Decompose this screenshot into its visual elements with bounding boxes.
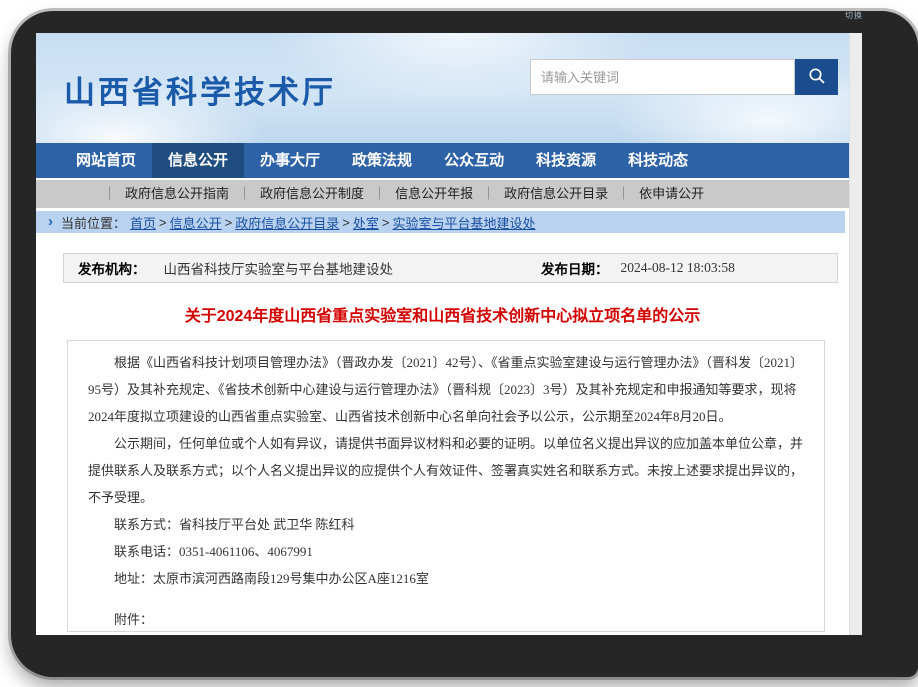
search-button[interactable] [795, 59, 838, 95]
subnav-separator: ｜ [103, 180, 116, 208]
search-box [530, 59, 838, 95]
breadcrumb-link-info-disclosure[interactable]: 信息公开 [170, 213, 222, 232]
publish-date-group: 发布日期： 2024-08-12 18:03:58 [541, 258, 837, 278]
contact-phone-line: 联系电话：0351-4061106、4067991 [88, 538, 804, 565]
breadcrumb-separator: > [225, 215, 233, 230]
breadcrumb-separator: > [159, 215, 167, 230]
article-content-box: 根据《山西省科技计划项目管理办法》（晋政办发〔2021〕42号）、《省重点实验室… [67, 340, 825, 632]
search-input[interactable] [530, 59, 795, 95]
subnav-item-disclosure-directory[interactable]: 政府信息公开目录 [504, 180, 608, 208]
subnav-item-annual-report[interactable]: 信息公开年报 [395, 180, 473, 208]
subnav-separator: ｜ [373, 180, 386, 208]
subnav-separator: ｜ [482, 180, 495, 208]
breadcrumb: › 当前位置： 首页 > 信息公开 > 政府信息公开目录 > 处室 > 实验室与… [36, 211, 845, 233]
subnav-separator: ｜ [238, 180, 251, 208]
nav-item-info-disclosure[interactable]: 信息公开 [152, 143, 244, 178]
nav-item-home[interactable]: 网站首页 [60, 143, 152, 178]
webpage: 山西省科学技术厅 网站首页 信息公开 办事大厅 政策法规 公众互动 [36, 33, 862, 635]
publish-date-label: 发布日期： [541, 258, 609, 278]
search-icon [808, 67, 826, 88]
publish-org-value: 山西省科技厅实验室与平台基地建设处 [164, 258, 394, 278]
page-content: 山西省科学技术厅 网站首页 信息公开 办事大厅 政策法规 公众互动 [36, 33, 849, 635]
breadcrumb-link-lab-platform-division[interactable]: 实验室与平台基地建设处 [392, 213, 535, 232]
article-paragraph: 公示期间，任何单位或个人如有异议，请提供书面异议材料和必要的证明。以单位名义提出… [88, 430, 804, 511]
publish-org-label: 发布机构： [78, 258, 146, 278]
contact-persons-line: 联系方式：省科技厅平台处 武卫华 陈红科 [88, 511, 804, 538]
subnav-separator: ｜ [617, 180, 630, 208]
subnav-item-disclosure-system[interactable]: 政府信息公开制度 [260, 180, 364, 208]
article-paragraph: 根据《山西省科技计划项目管理办法》（晋政办发〔2021〕42号）、《省重点实验室… [88, 349, 804, 430]
attachment-label: 附件： [88, 606, 804, 632]
scrollbar[interactable] [849, 33, 862, 635]
breadcrumb-link-divisions[interactable]: 处室 [353, 213, 379, 232]
address-line: 地址：太原市滨河西路南段129号集中办公区A座1216室 [88, 565, 804, 592]
breadcrumb-label: 当前位置： [61, 213, 126, 232]
site-header: 山西省科学技术厅 [36, 33, 849, 143]
subnav-item-apply-disclosure[interactable]: 依申请公开 [639, 180, 704, 208]
nav-item-service-hall[interactable]: 办事大厅 [244, 143, 336, 178]
nav-item-public-interaction[interactable]: 公众互动 [428, 143, 520, 178]
breadcrumb-arrow-icon: › [48, 212, 53, 232]
main-nav: 网站首页 信息公开 办事大厅 政策法规 公众互动 科技资源 科技动态 [36, 143, 849, 178]
subnav-item-disclosure-guide[interactable]: 政府信息公开指南 [125, 180, 229, 208]
publish-date-value: 2024-08-12 18:03:58 [621, 260, 735, 276]
nav-item-tech-news[interactable]: 科技动态 [612, 143, 704, 178]
meta-bar: 发布机构： 山西省科技厅实验室与平台基地建设处 发布日期： 2024-08-12… [63, 253, 838, 283]
breadcrumb-link-home[interactable]: 首页 [130, 213, 156, 232]
breadcrumb-link-directory[interactable]: 政府信息公开目录 [235, 213, 339, 232]
breadcrumb-separator: > [342, 215, 350, 230]
article-title: 关于2024年度山西省重点实验室和山西省技术创新中心拟立项名单的公示 [36, 307, 849, 327]
corner-fragment-text: 切换 [845, 10, 863, 21]
subnav: ｜ 政府信息公开指南 ｜ 政府信息公开制度 ｜ 信息公开年报 ｜ 政府信息公开目… [36, 180, 849, 208]
nav-item-tech-resources[interactable]: 科技资源 [520, 143, 612, 178]
nav-item-policies[interactable]: 政策法规 [336, 143, 428, 178]
breadcrumb-separator: > [382, 215, 390, 230]
site-title[interactable]: 山西省科学技术厅 [64, 67, 336, 112]
